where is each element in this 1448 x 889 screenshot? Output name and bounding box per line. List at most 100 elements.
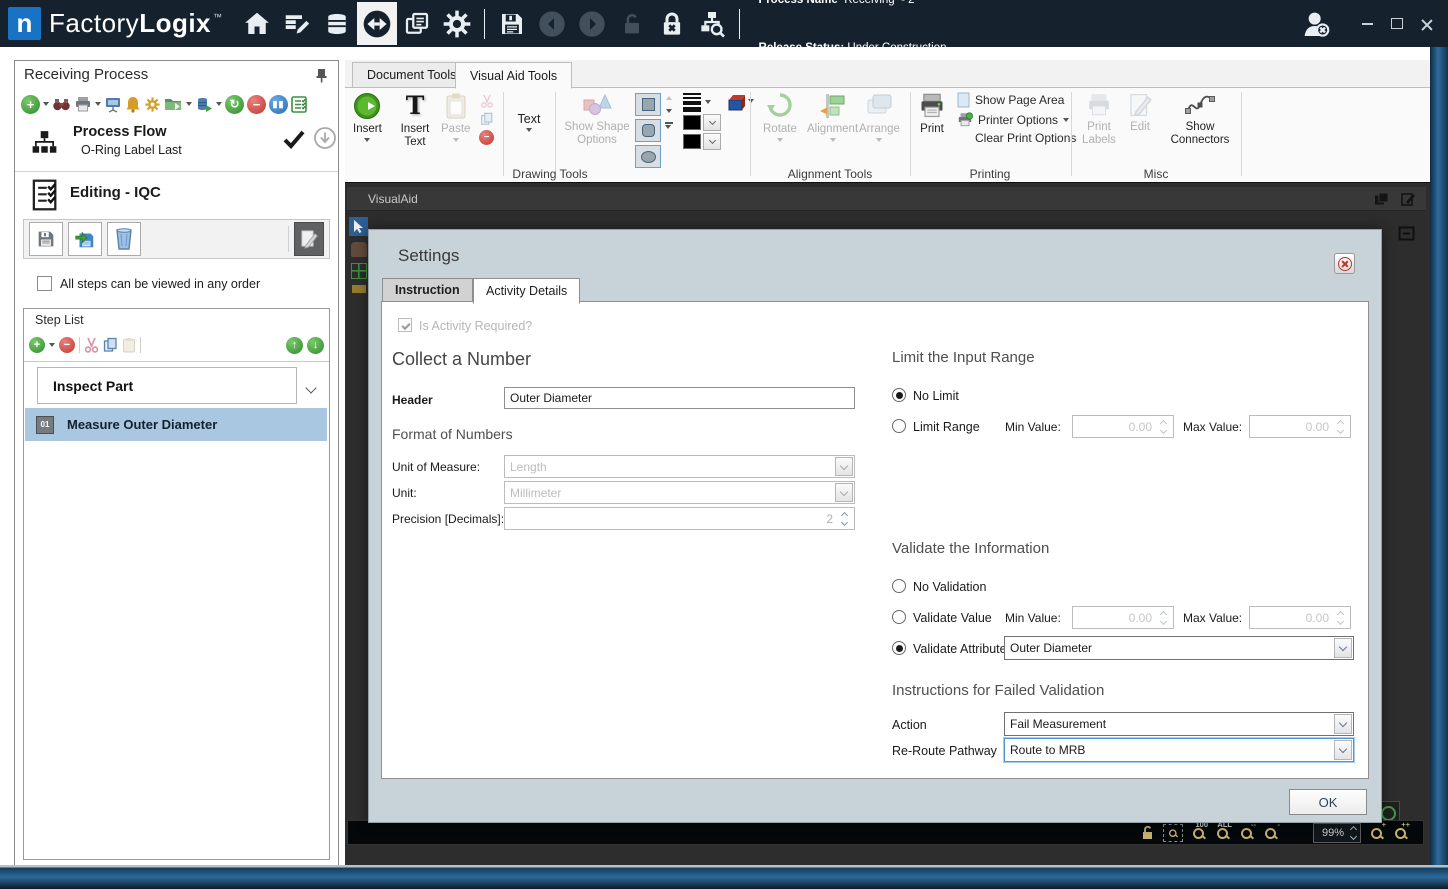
zoom-out-fast-icon[interactable]: --: [1240, 820, 1256, 840]
fullscreen-icon[interactable]: [1398, 226, 1415, 241]
lock-close-icon[interactable]: [652, 2, 692, 45]
validate-attribute-combo[interactable]: Outer Diameter: [1004, 636, 1354, 660]
limit-min-spin[interactable]: [1157, 419, 1170, 434]
grid-tool-icon[interactable]: [350, 263, 367, 279]
add-step-icon[interactable]: +: [29, 337, 45, 353]
home-icon[interactable]: [237, 2, 277, 45]
show-page-area-button[interactable]: Show Page Area: [957, 92, 1076, 108]
insert-text-button[interactable]: T Insert Text: [393, 92, 437, 149]
pause-icon[interactable]: ▮▮: [269, 94, 288, 114]
add-step-caret[interactable]: [49, 343, 55, 347]
clear-print-options-button[interactable]: Clear Print Options: [957, 131, 1076, 145]
process-flow-row[interactable]: Process Flow O-Ring Label Last: [15, 121, 336, 167]
shapes-scroll-down[interactable]: [666, 109, 672, 113]
move-up-icon[interactable]: ↑: [286, 336, 303, 354]
add-dropdown-caret[interactable]: [43, 102, 49, 106]
bell-icon[interactable]: [125, 96, 141, 113]
move-down-icon[interactable]: ↓: [307, 336, 324, 354]
printer-options-button[interactable]: Printer Options: [957, 112, 1076, 127]
alignment-caret[interactable]: [829, 138, 836, 142]
edit-step-button[interactable]: [294, 222, 324, 256]
step-row-selected[interactable]: 01 Measure Outer Diameter: [25, 408, 327, 441]
duplicate-page-icon[interactable]: [1370, 190, 1393, 208]
no-validation-radio[interactable]: [892, 579, 906, 593]
stroke-color-dropdown[interactable]: [703, 113, 721, 131]
limit-min-spinner[interactable]: 0.00: [1072, 415, 1174, 438]
arrange-button[interactable]: Arrange: [859, 92, 900, 142]
save-icon[interactable]: [492, 2, 532, 45]
database-dropdown-caret[interactable]: [216, 102, 222, 106]
paste-caret[interactable]: [452, 138, 459, 142]
export-dropdown-caret[interactable]: [186, 102, 192, 106]
cut-mini-icon[interactable]: [480, 94, 494, 108]
arrange-caret[interactable]: [876, 138, 883, 142]
copy-mini-icon[interactable]: [480, 112, 494, 126]
theme-box-caret[interactable]: [748, 99, 754, 103]
checklist-icon[interactable]: [291, 95, 307, 113]
stop-icon[interactable]: −: [247, 94, 266, 114]
add-icon[interactable]: +: [21, 94, 40, 114]
dialog-close-button[interactable]: [1334, 253, 1355, 274]
limit-max-spin[interactable]: [1334, 419, 1347, 434]
redo-forward-icon[interactable]: [572, 2, 612, 45]
zoom-out-icon[interactable]: -: [1264, 820, 1280, 840]
refresh-icon[interactable]: ↻: [225, 94, 244, 114]
logout-user-icon[interactable]: [1296, 2, 1336, 45]
uom-dropdown-button[interactable]: [835, 457, 853, 476]
no-limit-radio[interactable]: [892, 388, 906, 402]
settings-gear-icon[interactable]: [437, 2, 477, 45]
print-dropdown-caret[interactable]: [95, 102, 101, 106]
projector-icon[interactable]: [104, 96, 122, 113]
alignment-button[interactable]: Alignment: [807, 92, 858, 142]
partial-tool-icon[interactable]: [351, 285, 366, 293]
rotate-caret[interactable]: [776, 138, 783, 142]
remove-step-icon[interactable]: −: [59, 337, 75, 353]
gear-gold-icon[interactable]: [144, 96, 161, 113]
maximize-button[interactable]: [1386, 14, 1408, 34]
database-sync-icon[interactable]: [195, 96, 213, 113]
binoculars-icon[interactable]: [52, 96, 71, 112]
text-dropdown-button[interactable]: Text: [511, 110, 547, 132]
cut-icon[interactable]: [84, 337, 99, 353]
zoom-100-icon[interactable]: 100: [1192, 820, 1208, 840]
reroute-combo[interactable]: Route to MRB: [1004, 738, 1354, 762]
ellipse-tool[interactable]: [635, 145, 661, 168]
pin-icon[interactable]: [315, 68, 328, 83]
collapse-circle-icon[interactable]: [313, 126, 337, 150]
validate-attribute-dropdown[interactable]: [1334, 638, 1352, 658]
insert-caret[interactable]: [364, 138, 371, 142]
reroute-dropdown[interactable]: [1334, 740, 1352, 760]
shapes-scroll-up[interactable]: [666, 96, 672, 100]
zoom-marquee-icon[interactable]: [1163, 823, 1183, 842]
rounded-rectangle-tool[interactable]: [635, 119, 661, 142]
print-labels-button[interactable]: Print Labels: [1077, 92, 1121, 147]
print-icon[interactable]: [74, 96, 92, 112]
fill-color-picker[interactable]: [683, 132, 721, 150]
header-input[interactable]: [504, 387, 855, 409]
documents-icon[interactable]: [397, 2, 437, 45]
validate-max-spinner[interactable]: 0.00: [1249, 606, 1351, 629]
shapes-more[interactable]: [665, 122, 673, 129]
tab-visual-aid-tools[interactable]: Visual Aid Tools: [455, 62, 573, 89]
lock-view-icon[interactable]: [1141, 825, 1154, 840]
paste-ribbon-button[interactable]: Paste: [441, 92, 470, 142]
rotate-button[interactable]: Rotate: [763, 92, 797, 142]
insert-button[interactable]: Insert: [353, 92, 382, 142]
any-order-checkbox[interactable]: [37, 276, 52, 291]
pan-hand-icon[interactable]: [350, 242, 367, 257]
validate-attribute-radio[interactable]: [892, 641, 906, 655]
show-shape-options-button[interactable]: Show Shape Options: [563, 92, 631, 147]
visualaid-tab-label[interactable]: VisualAid: [368, 192, 418, 206]
zoom-in-fast-icon[interactable]: ++: [1394, 820, 1410, 840]
grid-edit-icon[interactable]: [277, 2, 317, 45]
undo-back-icon[interactable]: [532, 2, 572, 45]
save-step-button[interactable]: [29, 222, 63, 256]
process-navigator-icon[interactable]: [356, 2, 397, 45]
step-group-header[interactable]: Inspect Part: [37, 367, 297, 404]
validate-value-radio[interactable]: [892, 610, 906, 624]
line-weight-picker[interactable]: [683, 93, 721, 112]
precision-spinner[interactable]: 2: [504, 507, 855, 530]
line-weight-caret[interactable]: [705, 100, 711, 105]
show-connectors-button[interactable]: Show Connectors: [1167, 92, 1233, 147]
database-icon[interactable]: [317, 2, 357, 45]
